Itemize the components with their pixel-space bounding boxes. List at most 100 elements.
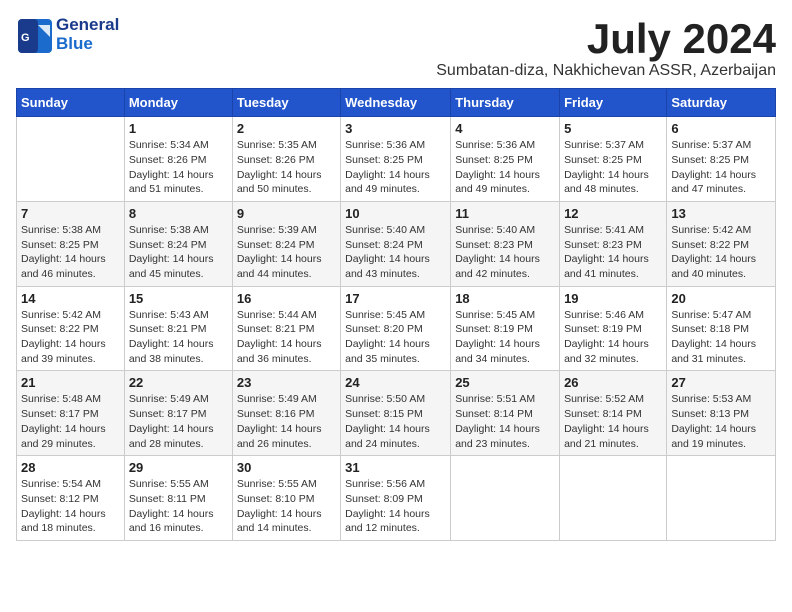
calendar-cell: 23 Sunrise: 5:49 AM Sunset: 8:16 PM Dayli… [232,371,340,456]
calendar-week-row: 7 Sunrise: 5:38 AM Sunset: 8:25 PM Daylig… [17,201,776,286]
day-number: 21 [21,375,120,390]
calendar-week-row: 14 Sunrise: 5:42 AM Sunset: 8:22 PM Dayli… [17,286,776,371]
calendar-cell: 18 Sunrise: 5:45 AM Sunset: 8:19 PM Dayli… [451,286,560,371]
day-number: 20 [671,291,771,306]
day-number: 25 [455,375,555,390]
day-number: 7 [21,206,120,221]
day-info: Sunrise: 5:43 AM Sunset: 8:21 PM Dayligh… [129,308,228,367]
day-number: 18 [455,291,555,306]
calendar-cell [451,456,560,541]
day-number: 8 [129,206,228,221]
day-number: 27 [671,375,771,390]
calendar-cell: 19 Sunrise: 5:46 AM Sunset: 8:19 PM Dayli… [560,286,667,371]
calendar-cell: 14 Sunrise: 5:42 AM Sunset: 8:22 PM Dayli… [17,286,125,371]
calendar-cell: 31 Sunrise: 5:56 AM Sunset: 8:09 PM Dayli… [341,456,451,541]
calendar-cell: 9 Sunrise: 5:39 AM Sunset: 8:24 PM Daylig… [232,201,340,286]
calendar-table: SundayMondayTuesdayWednesdayThursdayFrid… [16,88,776,541]
calendar-week-row: 28 Sunrise: 5:54 AM Sunset: 8:12 PM Dayli… [17,456,776,541]
day-number: 26 [564,375,662,390]
day-info: Sunrise: 5:41 AM Sunset: 8:23 PM Dayligh… [564,223,662,282]
header-row: SundayMondayTuesdayWednesdayThursdayFrid… [17,89,776,117]
calendar-cell [667,456,776,541]
day-number: 9 [237,206,336,221]
day-info: Sunrise: 5:37 AM Sunset: 8:25 PM Dayligh… [671,138,771,197]
calendar-cell: 24 Sunrise: 5:50 AM Sunset: 8:15 PM Dayli… [341,371,451,456]
weekday-header: Wednesday [341,89,451,117]
day-number: 11 [455,206,555,221]
day-info: Sunrise: 5:46 AM Sunset: 8:19 PM Dayligh… [564,308,662,367]
calendar-cell: 3 Sunrise: 5:36 AM Sunset: 8:25 PM Daylig… [341,117,451,202]
calendar-cell: 29Sunrise: 5:55 AM Sunset: 8:11 PM Dayli… [124,456,232,541]
day-number: 22 [129,375,228,390]
day-number: 30 [237,460,336,475]
day-info: Sunrise: 5:36 AM Sunset: 8:25 PM Dayligh… [455,138,555,197]
day-info: Sunrise: 5:52 AM Sunset: 8:14 PM Dayligh… [564,392,662,451]
calendar-cell: 16Sunrise: 5:44 AM Sunset: 8:21 PM Dayli… [232,286,340,371]
day-number: 28 [21,460,120,475]
logo: G General Blue [16,16,119,53]
day-info: Sunrise: 5:45 AM Sunset: 8:19 PM Dayligh… [455,308,555,367]
calendar-cell: 6 Sunrise: 5:37 AM Sunset: 8:25 PM Daylig… [667,117,776,202]
day-number: 2 [237,121,336,136]
day-info: Sunrise: 5:53 AM Sunset: 8:13 PM Dayligh… [671,392,771,451]
calendar-cell: 13Sunrise: 5:42 AM Sunset: 8:22 PM Dayli… [667,201,776,286]
day-info: Sunrise: 5:42 AM Sunset: 8:22 PM Dayligh… [21,308,120,367]
location-title: Sumbatan-diza, Nakhichevan ASSR, Azerbai… [119,62,776,80]
day-info: Sunrise: 5:37 AM Sunset: 8:25 PM Dayligh… [564,138,662,197]
svg-text:G: G [21,32,30,44]
calendar-header: SundayMondayTuesdayWednesdayThursdayFrid… [17,89,776,117]
day-number: 19 [564,291,662,306]
calendar-cell: 25 Sunrise: 5:51 AM Sunset: 8:14 PM Dayli… [451,371,560,456]
day-number: 12 [564,206,662,221]
day-number: 6 [671,121,771,136]
calendar-cell: 4 Sunrise: 5:36 AM Sunset: 8:25 PM Daylig… [451,117,560,202]
day-number: 5 [564,121,662,136]
day-info: Sunrise: 5:55 AM Sunset: 8:11 PM Dayligh… [129,477,228,536]
calendar-cell: 11Sunrise: 5:40 AM Sunset: 8:23 PM Dayli… [451,201,560,286]
day-info: Sunrise: 5:50 AM Sunset: 8:15 PM Dayligh… [345,392,446,451]
calendar-week-row: 1Sunrise: 5:34 AM Sunset: 8:26 PM Daylig… [17,117,776,202]
day-info: Sunrise: 5:55 AM Sunset: 8:10 PM Dayligh… [237,477,336,536]
day-info: Sunrise: 5:51 AM Sunset: 8:14 PM Dayligh… [455,392,555,451]
weekday-header: Friday [560,89,667,117]
day-info: Sunrise: 5:54 AM Sunset: 8:12 PM Dayligh… [21,477,120,536]
calendar-cell [560,456,667,541]
calendar-cell: 12 Sunrise: 5:41 AM Sunset: 8:23 PM Dayli… [560,201,667,286]
day-number: 17 [345,291,446,306]
day-number: 4 [455,121,555,136]
day-info: Sunrise: 5:48 AM Sunset: 8:17 PM Dayligh… [21,392,120,451]
calendar-cell: 26 Sunrise: 5:52 AM Sunset: 8:14 PM Dayli… [560,371,667,456]
day-number: 14 [21,291,120,306]
weekday-header: Tuesday [232,89,340,117]
day-number: 1 [129,121,228,136]
day-info: Sunrise: 5:49 AM Sunset: 8:17 PM Dayligh… [129,392,228,451]
day-info: Sunrise: 5:36 AM Sunset: 8:25 PM Dayligh… [345,138,446,197]
calendar-cell: 5 Sunrise: 5:37 AM Sunset: 8:25 PM Daylig… [560,117,667,202]
weekday-header: Sunday [17,89,125,117]
day-info: Sunrise: 5:44 AM Sunset: 8:21 PM Dayligh… [237,308,336,367]
logo-general: General [56,16,119,35]
weekday-header: Monday [124,89,232,117]
day-number: 3 [345,121,446,136]
day-info: Sunrise: 5:49 AM Sunset: 8:16 PM Dayligh… [237,392,336,451]
calendar-cell: 28 Sunrise: 5:54 AM Sunset: 8:12 PM Dayli… [17,456,125,541]
day-info: Sunrise: 5:45 AM Sunset: 8:20 PM Dayligh… [345,308,446,367]
day-info: Sunrise: 5:39 AM Sunset: 8:24 PM Dayligh… [237,223,336,282]
calendar-cell: 2 Sunrise: 5:35 AM Sunset: 8:26 PM Daylig… [232,117,340,202]
day-info: Sunrise: 5:38 AM Sunset: 8:25 PM Dayligh… [21,223,120,282]
calendar-cell: 21 Sunrise: 5:48 AM Sunset: 8:17 PM Dayli… [17,371,125,456]
day-number: 24 [345,375,446,390]
weekday-header: Thursday [451,89,560,117]
calendar-cell: 1Sunrise: 5:34 AM Sunset: 8:26 PM Daylig… [124,117,232,202]
day-number: 31 [345,460,446,475]
calendar-cell: 22 Sunrise: 5:49 AM Sunset: 8:17 PM Dayli… [124,371,232,456]
day-info: Sunrise: 5:35 AM Sunset: 8:26 PM Dayligh… [237,138,336,197]
calendar-cell: 27 Sunrise: 5:53 AM Sunset: 8:13 PM Dayli… [667,371,776,456]
day-number: 13 [671,206,771,221]
day-info: Sunrise: 5:38 AM Sunset: 8:24 PM Dayligh… [129,223,228,282]
day-info: Sunrise: 5:40 AM Sunset: 8:24 PM Dayligh… [345,223,446,282]
day-info: Sunrise: 5:56 AM Sunset: 8:09 PM Dayligh… [345,477,446,536]
calendar-body: 1Sunrise: 5:34 AM Sunset: 8:26 PM Daylig… [17,117,776,541]
calendar-cell [17,117,125,202]
day-number: 23 [237,375,336,390]
